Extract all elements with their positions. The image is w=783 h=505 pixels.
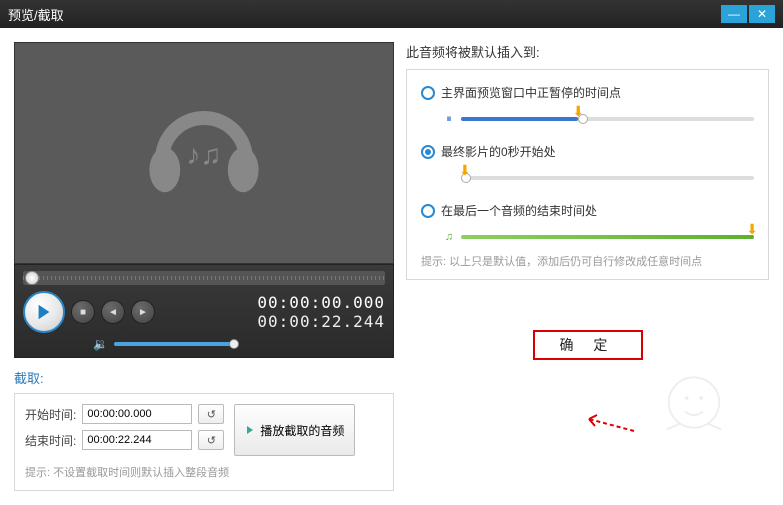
close-button[interactable]: ✕ [749, 5, 775, 23]
radio-icon [421, 86, 435, 100]
insert-option-zero[interactable]: 最终影片的0秒开始处 ⬇ [421, 143, 754, 188]
timeline-zero: ⬇ [441, 168, 754, 188]
confirm-button[interactable]: 确 定 [533, 330, 643, 360]
end-time-label: 结束时间: [25, 432, 76, 449]
player-controls: ■ ◄ ► 00:00:00.000 00:00:22.244 🔉 [14, 264, 394, 358]
timeline-after: ♫ ⬇ [441, 227, 754, 247]
play-cut-button[interactable]: 播放截取的音频 [234, 404, 355, 456]
cut-hint: 提示: 不设置截取时间则默认插入整段音频 [25, 464, 383, 480]
play-button[interactable] [23, 291, 65, 333]
svg-text:♪♫: ♪♫ [187, 139, 222, 170]
titlebar: 预览/截取 — ✕ [0, 0, 783, 28]
cut-section-label: 截取: [14, 368, 394, 387]
minimize-button[interactable]: — [721, 5, 747, 23]
headphones-icon: ♪♫ [134, 83, 274, 223]
arrow-annotation-icon [579, 411, 639, 441]
insert-heading: 此音频将被默认插入到: [406, 42, 769, 61]
time-current: 00:00:00.000 [257, 293, 385, 312]
window-title: 预览/截取 [8, 5, 721, 24]
insert-option-preview-cursor[interactable]: 主界面预览窗口中正暂停的时间点 ⏸ ⬇ [421, 84, 754, 129]
confirm-label: 确 定 [560, 335, 616, 355]
preview-pane: ♪♫ [14, 42, 394, 264]
next-button[interactable]: ► [131, 300, 155, 324]
cut-box: 开始时间: ↺ 结束时间: ↺ 播放截取的音频 提示: 不设置截取时间则默认插入… [14, 393, 394, 491]
doodle-face-icon [649, 362, 739, 452]
time-total: 00:00:22.244 [257, 312, 385, 331]
start-time-label: 开始时间: [25, 406, 76, 423]
stop-button[interactable]: ■ [71, 300, 95, 324]
reset-end-button[interactable]: ↺ [198, 430, 224, 450]
start-time-input[interactable] [82, 404, 192, 424]
insert-option-after-last[interactable]: 在最后一个音频的结束时间处 ♫ ⬇ [421, 202, 754, 247]
radio-icon [421, 204, 435, 218]
play-cut-label: 播放截取的音频 [260, 422, 344, 439]
insert-hint: 提示: 以上只是默认值，添加后仍可自行修改成任意时间点 [421, 253, 754, 269]
reset-start-button[interactable]: ↺ [198, 404, 224, 424]
prev-button[interactable]: ◄ [101, 300, 125, 324]
option-label: 主界面预览窗口中正暂停的时间点 [441, 84, 621, 101]
seek-bar[interactable] [23, 271, 385, 285]
option-label: 最终影片的0秒开始处 [441, 143, 556, 160]
pause-icon: ⏸ [441, 111, 457, 127]
volume-bar[interactable] [114, 342, 234, 346]
start-icon [441, 170, 457, 186]
volume-icon[interactable]: 🔉 [93, 337, 108, 351]
option-label: 在最后一个音频的结束时间处 [441, 202, 597, 219]
timeline-preview: ⏸ ⬇ [441, 109, 754, 129]
end-time-input[interactable] [82, 430, 192, 450]
radio-icon [421, 145, 435, 159]
time-display: 00:00:00.000 00:00:22.244 [257, 293, 385, 331]
insert-box: 主界面预览窗口中正暂停的时间点 ⏸ ⬇ 最终影片的0秒开始处 ⬇ [406, 69, 769, 280]
music-icon: ♫ [441, 229, 457, 245]
